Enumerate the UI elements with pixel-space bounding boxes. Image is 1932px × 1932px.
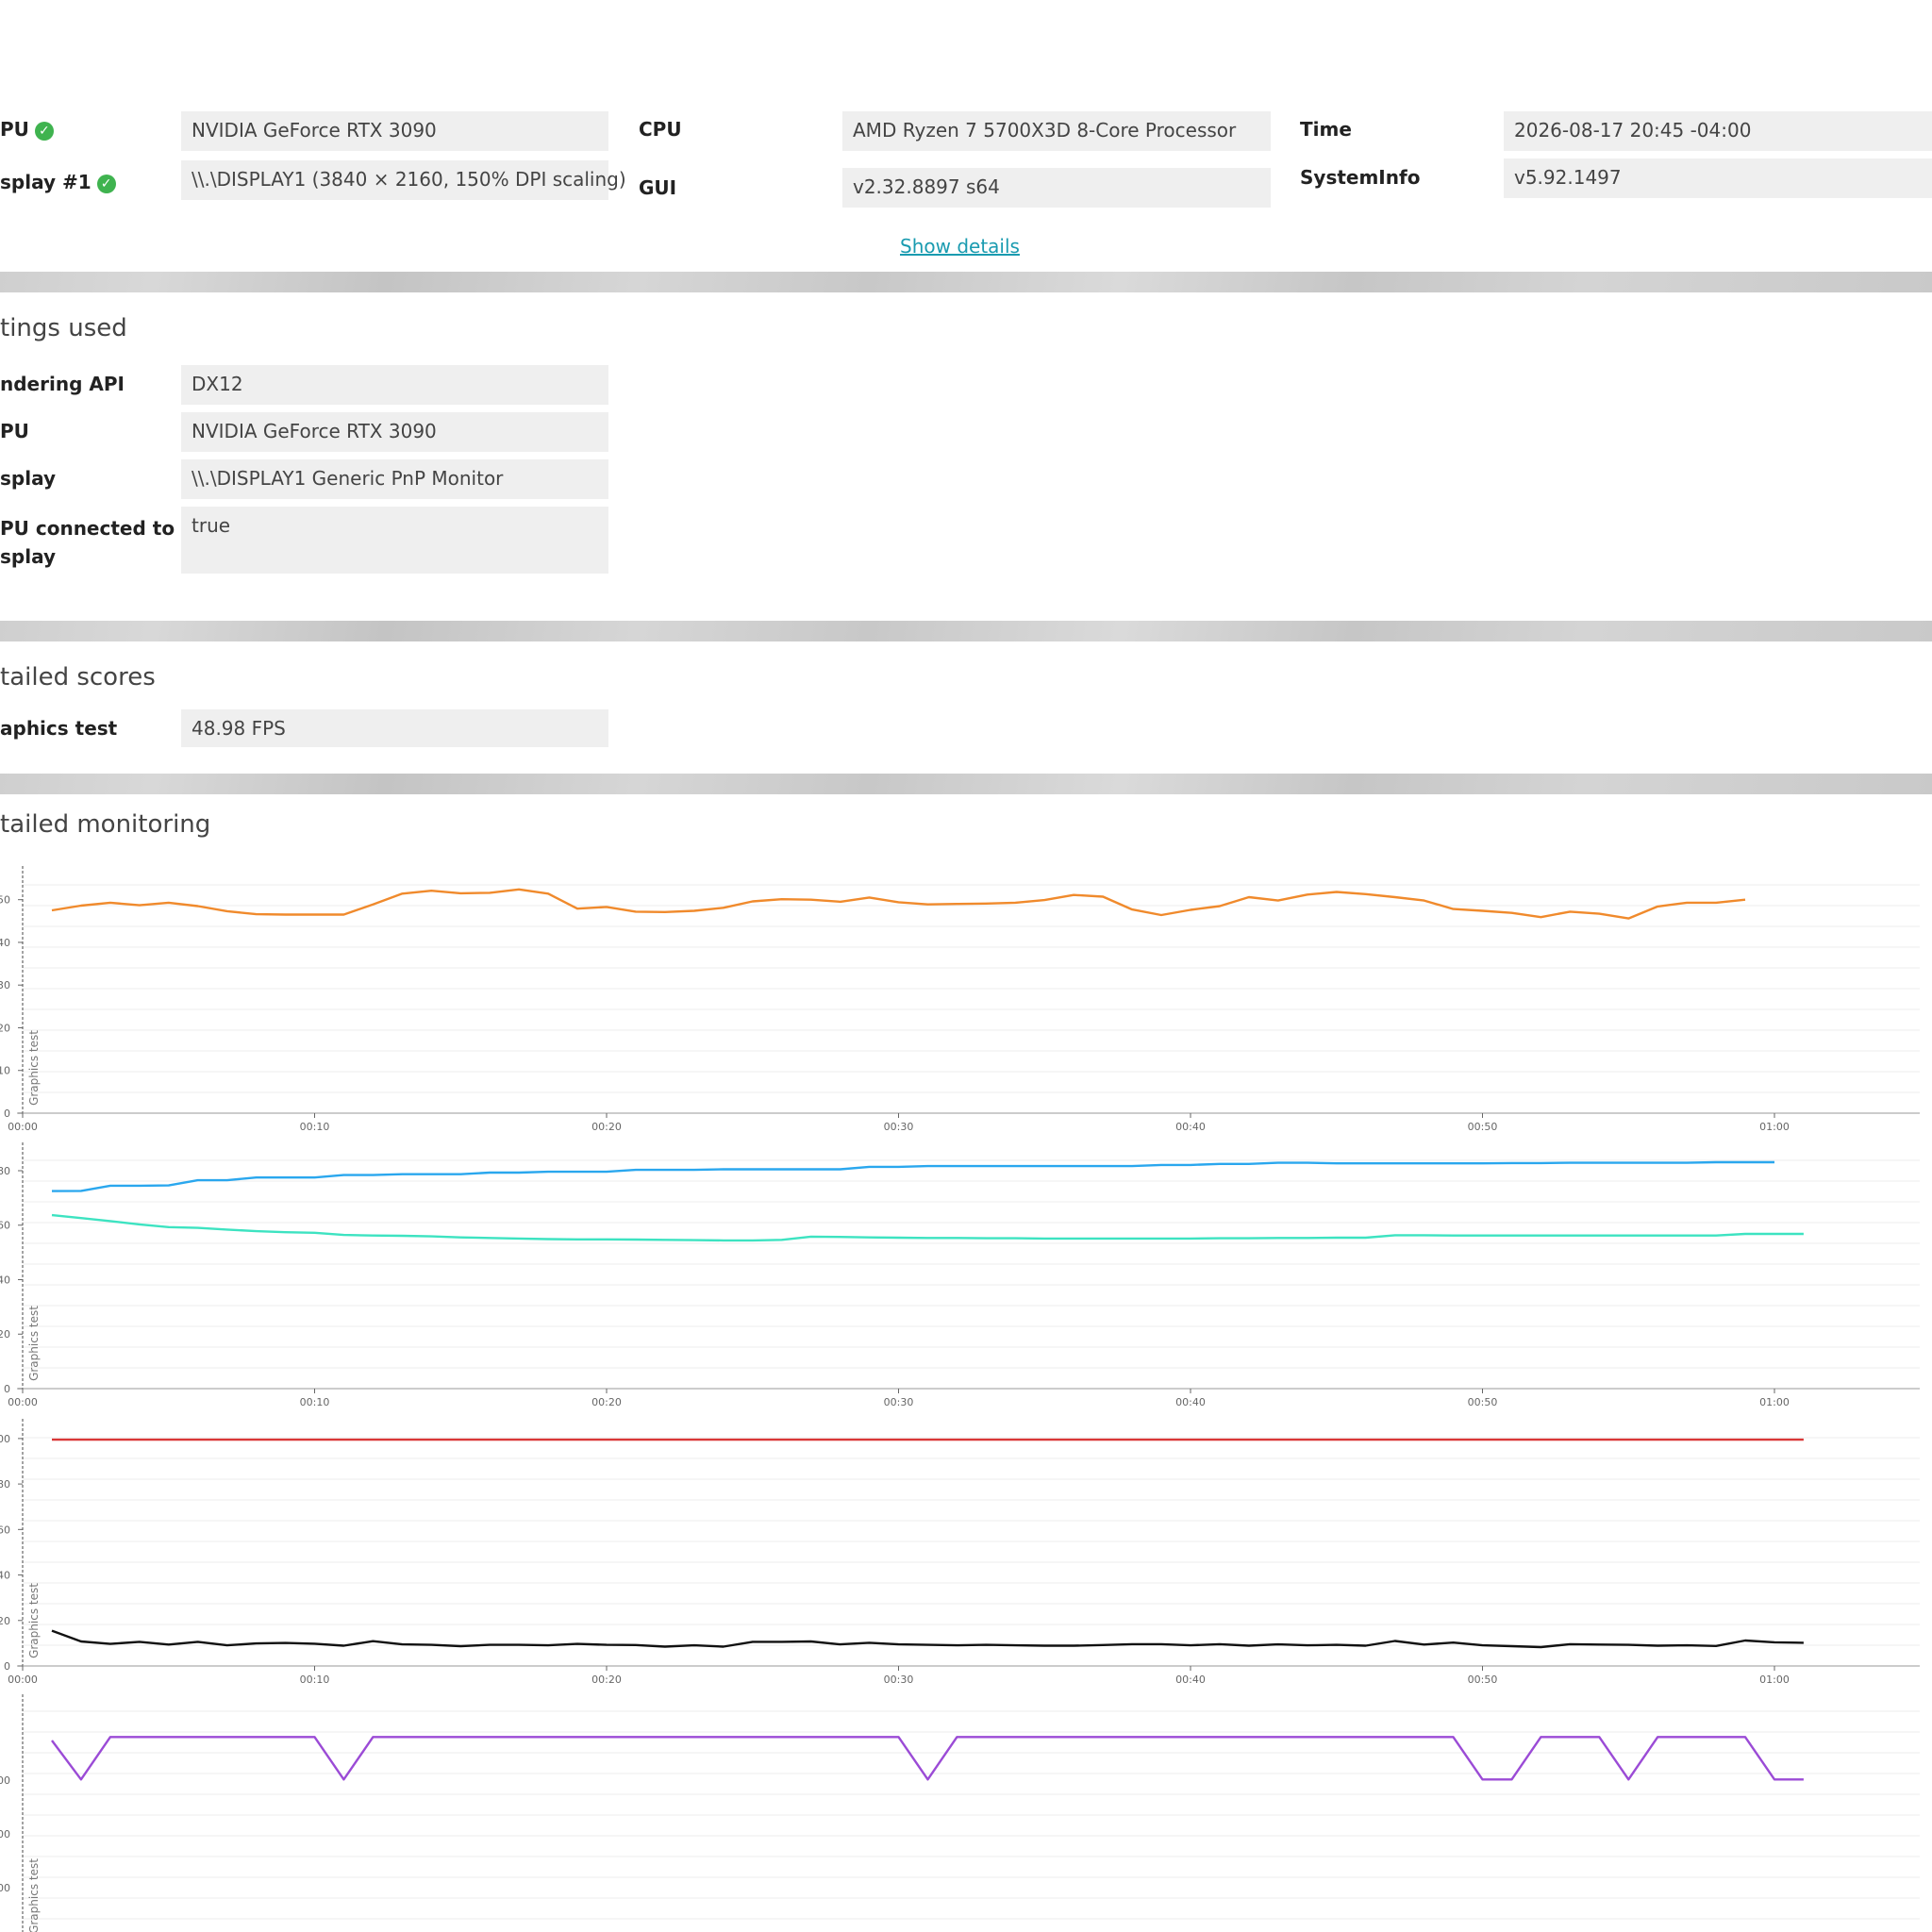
y-tick-label: 20: [0, 1328, 10, 1341]
y-tick-label: 50: [0, 894, 10, 907]
series-line-2: [51, 1629, 1804, 1649]
y-tick-label: 10: [0, 1065, 10, 1077]
x-tick-label: 00:30: [884, 1121, 914, 1133]
x-tick-label: 00:50: [1468, 1674, 1498, 1686]
y-tick-label: 40: [0, 1570, 10, 1582]
x-tick-label: 00:50: [1468, 1121, 1498, 1133]
y-tick-label: 0: [4, 1660, 10, 1673]
y-tick-label: 80: [0, 1478, 10, 1491]
x-tick-label: 00:10: [300, 1396, 330, 1408]
x-tick-label: 00:10: [300, 1121, 330, 1133]
series-line-1: [51, 888, 1746, 920]
x-tick-label: 01:00: [1759, 1674, 1790, 1686]
y-tick-label: 0: [4, 1383, 10, 1395]
x-tick-label: 01:00: [1759, 1396, 1790, 1408]
y-tick-label: 80: [0, 1165, 10, 1177]
x-tick-label: 00:50: [1468, 1396, 1498, 1408]
series-line-2: [51, 1213, 1804, 1242]
y-tick-label: 20: [0, 1022, 10, 1034]
monitoring-charts: 0 10 20 30 40 50 00:00 00:10 00:20 00:30 00:40 00:5…: [0, 866, 1920, 1932]
y-axis-label: Graphics test: [27, 1583, 41, 1658]
x-tick-label: 00:40: [1175, 1674, 1206, 1686]
x-tick-label: 01:00: [1759, 1121, 1790, 1133]
x-tick-label: 00:20: [591, 1674, 622, 1686]
y-tick-label: 00: [0, 1774, 10, 1787]
x-tick-label: 00:10: [300, 1674, 330, 1686]
x-tick-label: 00:30: [884, 1674, 914, 1686]
x-tick-label: 00:00: [8, 1674, 38, 1686]
x-tick-label: 00:00: [8, 1121, 38, 1133]
y-tick-label: 00: [0, 1882, 10, 1894]
y-tick-label: 40: [0, 937, 10, 949]
x-tick-label: 00:20: [591, 1121, 622, 1133]
y-tick-label: 100: [0, 1433, 10, 1445]
y-tick-label: 40: [0, 1274, 10, 1286]
y-tick-label: 0: [4, 1108, 10, 1120]
x-tick-label: 00:40: [1175, 1121, 1206, 1133]
x-tick-label: 00:00: [8, 1396, 38, 1408]
y-tick-label: 30: [0, 979, 10, 991]
x-tick-label: 00:20: [591, 1396, 622, 1408]
y-axis-label: Graphics test: [27, 1858, 41, 1932]
y-axis-label: Graphics test: [27, 1306, 41, 1381]
y-tick-label: 60: [0, 1524, 10, 1536]
y-tick-label: 20: [0, 1615, 10, 1627]
y-tick-label: 60: [0, 1220, 10, 1232]
y-tick-label: 00: [0, 1828, 10, 1840]
series-line-1: [51, 1160, 1774, 1192]
y-axis-label: Graphics test: [27, 1030, 41, 1106]
x-tick-label: 00:30: [884, 1396, 914, 1408]
x-tick-label: 00:40: [1175, 1396, 1206, 1408]
